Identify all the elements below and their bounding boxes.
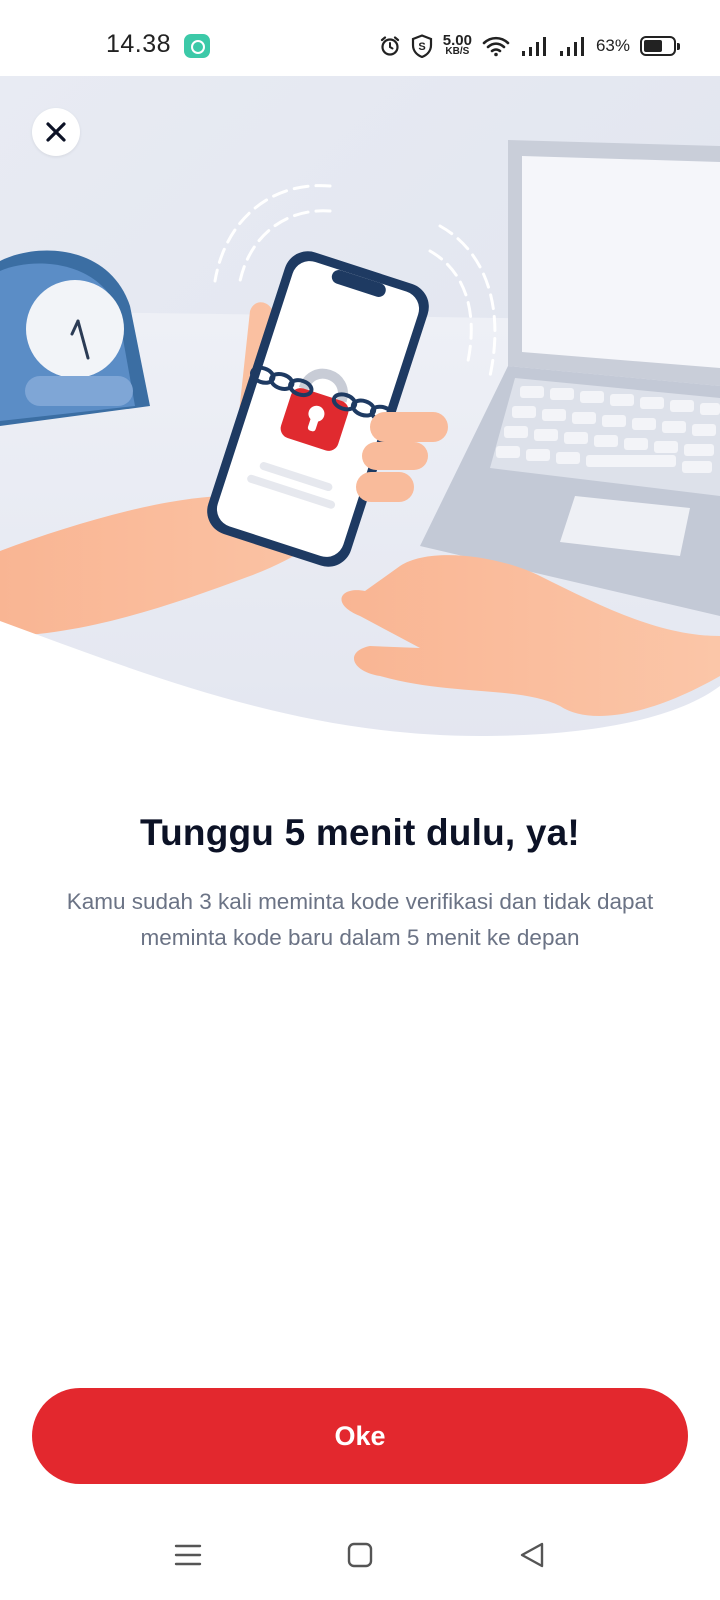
navigation-bar <box>0 1510 720 1600</box>
menu-button[interactable] <box>158 1532 218 1578</box>
status-bar: 14.38 S 5.00 KB/S 63% <box>0 0 720 76</box>
home-button[interactable] <box>330 1532 390 1578</box>
chat-app-icon <box>184 34 210 58</box>
dialog-description: Kamu sudah 3 kali meminta kode verifikas… <box>66 889 654 950</box>
back-button[interactable] <box>502 1532 562 1578</box>
close-icon <box>46 122 66 142</box>
battery-percent: 63% <box>595 36 630 55</box>
battery-icon <box>640 36 680 56</box>
signal-icon <box>520 35 548 57</box>
net-speed-unit: KB/S <box>445 46 470 57</box>
net-speed: 5.00 KB/S <box>442 32 472 57</box>
dialog-title: Tunggu 5 menit dulu, ya! <box>140 812 580 853</box>
ok-button[interactable]: Oke <box>32 1388 688 1484</box>
status-time: 14.38 <box>106 30 172 58</box>
menu-icon <box>174 1544 202 1566</box>
alarm-icon <box>379 35 401 57</box>
shield-s-icon: S <box>411 34 433 58</box>
close-button[interactable] <box>32 108 80 156</box>
status-icons: S 5.00 KB/S 63% <box>379 28 680 64</box>
svg-text:S: S <box>418 41 425 53</box>
wifi-icon <box>482 35 510 57</box>
back-icon <box>520 1542 544 1568</box>
battery-fill <box>644 40 662 52</box>
signal-icon <box>558 35 586 57</box>
locked-phone-illustration <box>0 76 720 751</box>
home-icon <box>347 1542 373 1568</box>
net-speed-value: 5.00 <box>442 32 472 49</box>
